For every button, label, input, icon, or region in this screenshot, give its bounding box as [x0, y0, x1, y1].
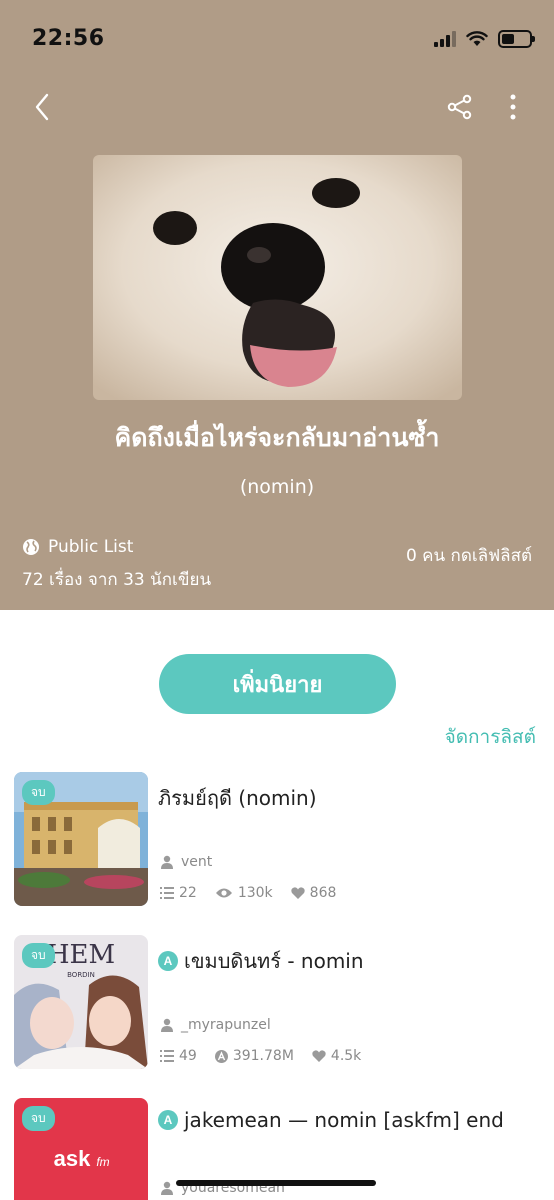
- visibility-label: Public List: [48, 537, 134, 557]
- story-count: 72 เรื่อง จาก 33 นักเขียน: [22, 570, 212, 590]
- signal-icon: [434, 31, 456, 47]
- back-button[interactable]: [22, 87, 62, 127]
- chevron-left-icon: [35, 93, 49, 121]
- heart-icon: [312, 1050, 326, 1062]
- completed-badge: จบ: [22, 780, 55, 805]
- status-time: 22:56: [32, 26, 105, 51]
- list-title: คิดถึงเมื่อไหร่จะกลับมาอ่านซ้ำ: [114, 423, 440, 452]
- status-icons: [434, 30, 535, 48]
- story-cover: ask fm จบ: [14, 1098, 148, 1200]
- eye-icon: [215, 888, 232, 898]
- story-title[interactable]: A เขมบดินทร์ - nomin: [158, 945, 364, 977]
- globe-icon: [23, 539, 39, 555]
- status-bar: 22:56: [0, 0, 554, 82]
- user-icon: [161, 855, 173, 869]
- app-badge-icon: A: [158, 1110, 178, 1130]
- more-vertical-icon: [510, 94, 516, 120]
- home-indicator[interactable]: [176, 1180, 376, 1186]
- story-item[interactable]: HEM BORDIN จบ A เขมบดินทร์ - nomin _myra…: [0, 935, 554, 1075]
- completed-badge: จบ: [22, 943, 55, 968]
- story-item[interactable]: จบ ภิรมย์ฤดี (nomin) vent 22 130k 868: [0, 772, 554, 912]
- share-icon: [447, 94, 472, 120]
- battery-icon: [498, 30, 535, 48]
- app-badge-icon: A: [158, 951, 178, 971]
- completed-badge: จบ: [22, 1106, 55, 1131]
- story-cover: HEM BORDIN จบ: [14, 935, 148, 1069]
- list-subtitle: (nomin): [239, 476, 315, 498]
- follower-count[interactable]: 0 คน กดเลิฟลิสต์: [406, 542, 532, 569]
- visibility-indicator: Public List: [22, 537, 133, 557]
- list-cover-image: [93, 155, 462, 400]
- chapters-icon: [160, 887, 174, 899]
- story-cover: จบ: [14, 772, 148, 906]
- svg-text:ask: ask: [54, 1146, 91, 1171]
- story-title[interactable]: A jakemean — nomin [askfm] end: [158, 1108, 504, 1132]
- manage-list-link[interactable]: จัดการลิสต์: [445, 722, 536, 752]
- wifi-icon: [466, 31, 488, 46]
- story-author[interactable]: vent: [160, 854, 212, 870]
- more-button[interactable]: [493, 87, 533, 127]
- share-button[interactable]: [440, 87, 480, 127]
- story-stats: 22 130k 868: [160, 885, 336, 901]
- user-icon: [161, 1181, 173, 1195]
- svg-text:HEM: HEM: [47, 940, 115, 970]
- app-views-icon: [214, 1049, 228, 1063]
- story-stats: 49 391.78M 4.5k: [160, 1048, 361, 1064]
- list-header: 22:56 คิดถึงเมื่อไหร่จะกลับมาอ่านซ้ำ (no…: [0, 0, 554, 610]
- user-icon: [161, 1018, 173, 1032]
- add-novel-button[interactable]: เพิ่มนิยาย: [159, 654, 396, 714]
- story-author[interactable]: _myrapunzel: [160, 1017, 271, 1033]
- svg-text:fm: fm: [96, 1155, 109, 1169]
- heart-icon: [291, 887, 305, 899]
- svg-text:BORDIN: BORDIN: [67, 971, 95, 979]
- story-title[interactable]: ภิรมย์ฤดี (nomin): [158, 782, 317, 814]
- chapters-icon: [160, 1050, 174, 1062]
